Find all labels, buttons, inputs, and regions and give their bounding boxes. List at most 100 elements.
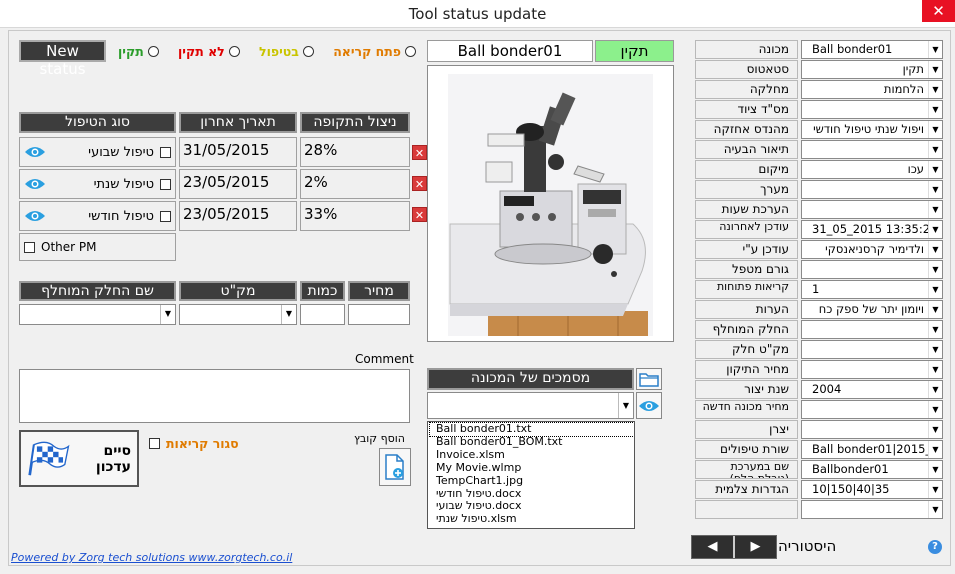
form-field[interactable]: ▼ [801,340,943,359]
chevron-down-icon[interactable]: ▼ [928,141,942,158]
chevron-down-icon[interactable]: ▼ [928,121,942,138]
new-status-button[interactable]: New status [19,40,106,78]
chevron-down-icon[interactable]: ▼ [928,481,942,498]
chevron-down-icon[interactable]: ▼ [928,421,942,438]
form-field[interactable]: ▼ [801,400,943,419]
pm-checkbox[interactable] [160,178,171,190]
list-item[interactable]: טיפול שנתי.xlsm [436,512,634,526]
list-item[interactable]: TempChart1.jpg [436,474,634,488]
list-item[interactable]: My Movie.wlmp [436,461,634,475]
chevron-down-icon[interactable]: ▼ [928,261,942,278]
form-field[interactable]: 10|150|40|35 ▼ [801,480,943,499]
quantity-input[interactable] [300,304,345,325]
pm-checkbox[interactable] [160,146,171,158]
form-field[interactable]: ויומון יתר של ספק כח ▼ [801,300,943,319]
close-calls-option[interactable]: סגור קריאות [149,434,249,452]
form-field[interactable]: ולדימיר קרסניאנסקי ▼ [801,240,943,259]
close-calls-checkbox[interactable] [149,437,160,449]
close-button[interactable]: ✕ [922,0,955,22]
form-field[interactable]: Ball bonder01 ▼ [801,40,943,59]
documents-select[interactable]: ▼ [427,392,634,419]
radio-circle-icon[interactable] [405,45,416,57]
chevron-down-icon[interactable]: ▼ [928,41,942,58]
machine-photo [427,65,674,342]
form-field[interactable]: 1 ▼ [801,280,943,299]
eye-icon[interactable] [24,177,46,191]
pm-usage-cell: 33% [300,201,410,231]
open-folder-button[interactable] [636,368,662,390]
machine-name-display: Ball bonder01 [427,40,593,62]
chevron-down-icon[interactable]: ▼ [928,361,942,378]
form-field[interactable]: Ballbonder01 ▼ [801,460,943,479]
radio-open-call[interactable]: פתח קריאה [333,44,416,59]
delete-pm-button[interactable]: ✕ [412,145,427,160]
form-field[interactable]: ▼ [801,360,943,379]
chevron-down-icon[interactable]: ▼ [928,381,942,398]
form-field[interactable]: ▼ [801,500,943,519]
chevron-down-icon[interactable]: ▼ [928,181,942,198]
form-label: מערך [695,180,798,199]
form-field[interactable]: ▼ [801,260,943,279]
view-document-button[interactable] [636,392,662,419]
eye-icon[interactable] [24,209,46,223]
radio-not-ok[interactable]: לא תקין [178,44,240,59]
add-file-button[interactable] [379,448,411,486]
chevron-down-icon[interactable]: ▼ [928,241,942,258]
form-field[interactable]: ▼ [801,180,943,199]
list-item[interactable]: Invoice.xlsm [436,448,634,462]
part-name-select[interactable]: ▼ [19,304,176,325]
chevron-down-icon[interactable]: ▼ [928,461,942,478]
delete-pm-button[interactable]: ✕ [412,207,427,222]
form-field[interactable]: 2004 ▼ [801,380,943,399]
form-field[interactable]: ▼ [801,320,943,339]
other-pm-checkbox[interactable] [24,241,35,253]
chevron-down-icon[interactable]: ▼ [928,81,942,98]
catalog-number-select[interactable]: ▼ [179,304,297,325]
chevron-down-icon[interactable]: ▼ [928,321,942,338]
form-field[interactable]: הלחמות ▼ [801,80,943,99]
history-next-button[interactable]: ▶ [735,536,776,558]
chevron-down-icon[interactable]: ▼ [928,501,942,518]
radio-in-treatment[interactable]: בטיפול [259,44,314,59]
list-item[interactable]: Ball bonder01_BOM.txt [436,435,634,449]
form-field[interactable]: ▼ [801,200,943,219]
comment-textarea[interactable] [19,369,410,423]
form-field[interactable]: ויפול שנתי טיפול חודשי ▼ [801,120,943,139]
form-field[interactable]: ▼ [801,100,943,119]
delete-pm-button[interactable]: ✕ [412,176,427,191]
chevron-down-icon[interactable]: ▼ [928,101,942,118]
credit-link[interactable]: Powered by Zorg tech solutions www.zorgt… [11,551,292,564]
status-radio-group: פתח קריאה בטיפול לא תקין תקין [118,42,416,60]
eye-icon[interactable] [24,145,46,159]
form-field-value: Ball bonder01|2015_06_ [812,442,943,456]
radio-circle-icon[interactable] [147,45,159,57]
help-icon[interactable]: ? [928,540,942,554]
chevron-down-icon[interactable]: ▼ [928,201,942,218]
chevron-down-icon[interactable]: ▼ [618,393,633,418]
chevron-down-icon[interactable]: ▼ [928,281,942,298]
chevron-down-icon[interactable]: ▼ [928,61,942,78]
form-field[interactable]: ▼ [801,420,943,439]
chevron-down-icon[interactable]: ▼ [928,441,942,458]
form-field[interactable]: ▼ [801,140,943,159]
form-field[interactable]: עכו ▼ [801,160,943,179]
form-field[interactable]: 31_05_2015 13:35:24 ▼ [801,220,943,239]
history-prev-button[interactable]: ◀ [692,536,735,558]
chevron-down-icon[interactable]: ▼ [160,305,175,324]
pm-checkbox[interactable] [160,210,171,222]
list-item[interactable]: Ball bonder01.txt [429,422,634,437]
chevron-down-icon[interactable]: ▼ [928,161,942,178]
chevron-down-icon[interactable]: ▼ [281,305,296,324]
form-field[interactable]: Ball bonder01|2015_06_ ▼ [801,440,943,459]
chevron-down-icon[interactable]: ▼ [928,221,942,238]
chevron-down-icon[interactable]: ▼ [928,301,942,318]
finish-update-button[interactable]: סיים עדכון [19,430,139,487]
price-input[interactable] [348,304,410,325]
chevron-down-icon[interactable]: ▼ [928,341,942,358]
radio-circle-icon[interactable] [302,45,314,57]
folder-icon [639,373,659,387]
radio-circle-icon[interactable] [228,45,240,57]
radio-ok[interactable]: תקין [118,44,159,59]
form-field[interactable]: תקין ▼ [801,60,943,79]
chevron-down-icon[interactable]: ▼ [928,401,942,418]
